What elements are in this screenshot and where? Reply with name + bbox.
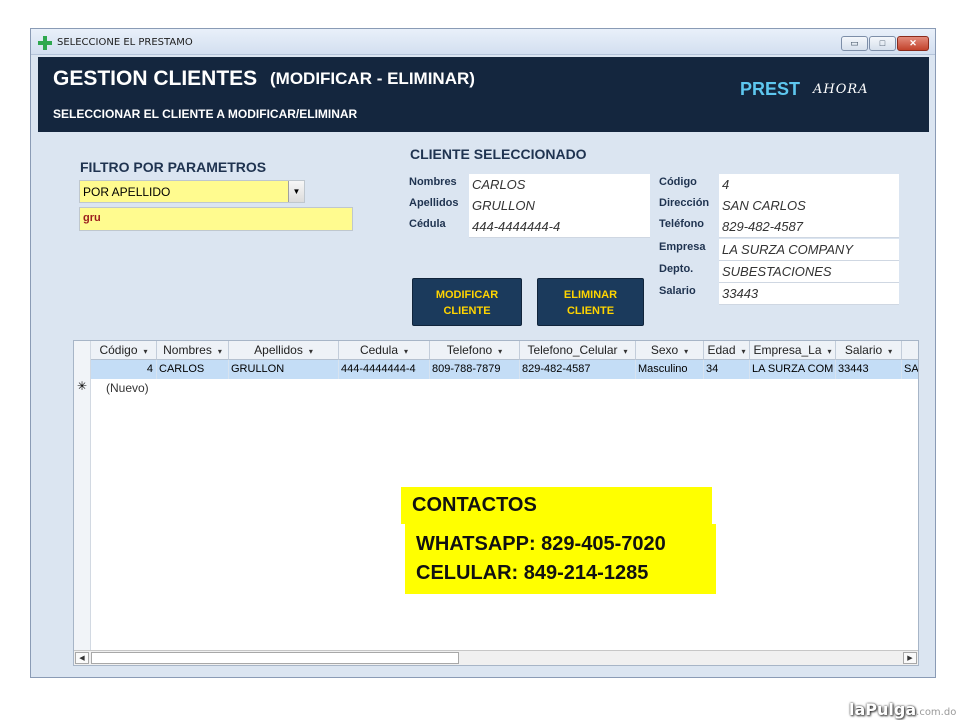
watermark-main: laPulga — [849, 700, 917, 719]
col-header-label: Apellidos — [254, 343, 303, 357]
dropdown-arrow-icon[interactable]: ▾ — [218, 347, 222, 356]
col-header-label: Cedula — [359, 343, 398, 357]
new-record-label[interactable]: (Nuevo) — [106, 381, 149, 395]
modify-client-button[interactable]: MODIFICAR CLIENTE — [412, 278, 522, 326]
col-header-label: Salario — [844, 343, 883, 357]
direccion-label: Dirección — [659, 197, 710, 209]
depto-label: Depto. — [659, 263, 694, 275]
filter-combo[interactable]: POR APELLIDO ▼ — [79, 180, 305, 203]
nombres-label: Nombres — [409, 176, 457, 188]
chevron-down-icon[interactable]: ▼ — [288, 181, 304, 202]
filter-title: FILTRO POR PARAMETROS — [80, 159, 267, 175]
page-instruction: SELECCIONAR EL CLIENTE A MODIFICAR/ELIMI… — [53, 107, 358, 121]
contact-whatsapp: WHATSAPP: 829-405-7020 — [416, 533, 666, 555]
app-plus-icon — [38, 36, 52, 50]
dropdown-arrow-icon[interactable]: ▾ — [404, 347, 408, 356]
cell-edad[interactable]: 34 — [704, 360, 750, 379]
brand-logo-main: PREST — [740, 79, 801, 99]
cell-nombres[interactable]: CARLOS — [157, 360, 229, 379]
cell-codigo[interactable]: 4 — [91, 360, 157, 379]
telefono-label: Teléfono — [659, 218, 705, 230]
nombres-field[interactable]: CARLOS — [469, 174, 650, 196]
cell-telefono[interactable]: 809-788-7879 — [430, 360, 520, 379]
delete-button-line1: ELIMINAR — [563, 289, 618, 301]
telefono-field[interactable]: 829-482-4587 — [719, 216, 899, 238]
col-header-label: Empresa_La — [753, 343, 822, 357]
col-header-codigo[interactable]: Código ▾ — [91, 341, 157, 360]
col-header-edad[interactable]: Edad ▾ — [704, 341, 750, 360]
cell-telefono-celular[interactable]: 829-482-4587 — [520, 360, 636, 379]
close-button[interactable]: ✕ — [897, 36, 929, 51]
col-header-next[interactable] — [902, 341, 918, 360]
cedula-label: Cédula — [409, 218, 446, 230]
cell-next[interactable]: SA — [902, 360, 918, 379]
col-header-sexo[interactable]: Sexo ▾ — [636, 341, 704, 360]
cell-salario[interactable]: 33443 — [836, 360, 902, 379]
selected-client-title: CLIENTE SELECCIONADO — [410, 146, 587, 162]
scroll-left-icon[interactable]: ◀ — [75, 652, 89, 664]
delete-button-line2: CLIENTE — [566, 305, 615, 317]
codigo-label: Código — [659, 176, 697, 188]
horizontal-scrollbar[interactable]: ◀ ▶ — [74, 650, 918, 665]
contact-title: CONTACTOS — [412, 494, 537, 516]
scroll-right-icon[interactable]: ▶ — [903, 652, 917, 664]
col-header-nombres[interactable]: Nombres ▾ — [157, 341, 229, 360]
dropdown-arrow-icon[interactable]: ▾ — [888, 347, 892, 356]
col-header-label: Nombres — [163, 343, 212, 357]
filter-input[interactable]: gru — [79, 207, 353, 231]
dropdown-arrow-icon[interactable]: ▾ — [309, 347, 313, 356]
cell-empresa[interactable]: LA SURZA COM — [750, 360, 836, 379]
empresa-field[interactable]: LA SURZA COMPANY — [719, 239, 899, 261]
col-header-label: Edad — [707, 343, 736, 357]
salario-label: Salario — [659, 285, 696, 297]
page-subtitle: (MODIFICAR - ELIMINAR) — [270, 69, 475, 88]
dropdown-arrow-icon[interactable]: ▾ — [624, 347, 628, 356]
header-banner: GESTION CLIENTES (MODIFICAR - ELIMINAR) … — [38, 57, 929, 132]
contact-header: CONTACTOS — [401, 487, 712, 524]
delete-client-button[interactable]: ELIMINAR CLIENTE — [537, 278, 644, 326]
dropdown-arrow-icon[interactable]: ▾ — [144, 347, 148, 356]
filter-input-value: gru — [83, 212, 101, 224]
window-title: SELECCIONE EL PRESTAMO — [57, 37, 193, 48]
filter-combo-value: POR APELLIDO — [83, 185, 171, 199]
watermark-domain: .com.do — [916, 707, 957, 718]
cell-apellidos[interactable]: GRULLON — [229, 360, 339, 379]
codigo-field[interactable]: 4 — [719, 174, 899, 196]
minimize-button[interactable]: ▭ — [841, 36, 868, 51]
title-bar[interactable]: SELECCIONE EL PRESTAMO ▭ □ ✕ — [31, 29, 935, 55]
page-title: GESTION CLIENTES — [53, 67, 258, 90]
scroll-thumb[interactable] — [91, 652, 459, 664]
cell-sexo[interactable]: Masculino — [636, 360, 704, 379]
contact-box: WHATSAPP: 829-405-7020 CELULAR: 849-214-… — [405, 524, 716, 594]
cedula-field[interactable]: 444-4444444-4 — [469, 216, 650, 238]
col-header-apellidos[interactable]: Apellidos ▾ — [229, 341, 339, 360]
dropdown-arrow-icon[interactable]: ▾ — [828, 347, 832, 356]
col-header-empresa[interactable]: Empresa_La ▾ — [750, 341, 836, 360]
dropdown-arrow-icon[interactable]: ▾ — [498, 347, 502, 356]
maximize-button[interactable]: □ — [869, 36, 896, 51]
direccion-field[interactable]: SAN CARLOS — [719, 195, 899, 217]
col-header-cedula[interactable]: Cedula ▾ — [339, 341, 430, 360]
new-record-icon[interactable]: ✳ — [77, 379, 87, 393]
dropdown-arrow-icon[interactable]: ▾ — [742, 347, 746, 356]
apellidos-label: Apellidos — [409, 197, 459, 209]
cell-cedula[interactable]: 444-4444444-4 — [339, 360, 430, 379]
col-header-telefono-celular[interactable]: Telefono_Celular ▾ — [520, 341, 636, 360]
watermark-logo: laPulga.com.do — [849, 700, 956, 719]
col-header-label: Sexo — [650, 343, 679, 357]
col-header-label: Telefono_Celular — [527, 343, 618, 357]
col-header-telefono[interactable]: Telefono ▾ — [430, 341, 520, 360]
salario-field[interactable]: 33443 — [719, 283, 899, 305]
brand-logo-sub: AHORA — [813, 82, 869, 97]
col-header-label: Código — [99, 343, 138, 357]
col-header-salario[interactable]: Salario ▾ — [836, 341, 902, 360]
col-header-label: Telefono — [446, 343, 493, 357]
empresa-label: Empresa — [659, 241, 706, 253]
depto-field[interactable]: SUBESTACIONES — [719, 261, 899, 283]
contact-celular: CELULAR: 849-214-1285 — [416, 562, 649, 584]
apellidos-field[interactable]: GRULLON — [469, 195, 650, 217]
modify-button-line1: MODIFICAR — [435, 289, 499, 301]
dropdown-arrow-icon[interactable]: ▾ — [684, 347, 688, 356]
modify-button-line2: CLIENTE — [443, 305, 491, 317]
